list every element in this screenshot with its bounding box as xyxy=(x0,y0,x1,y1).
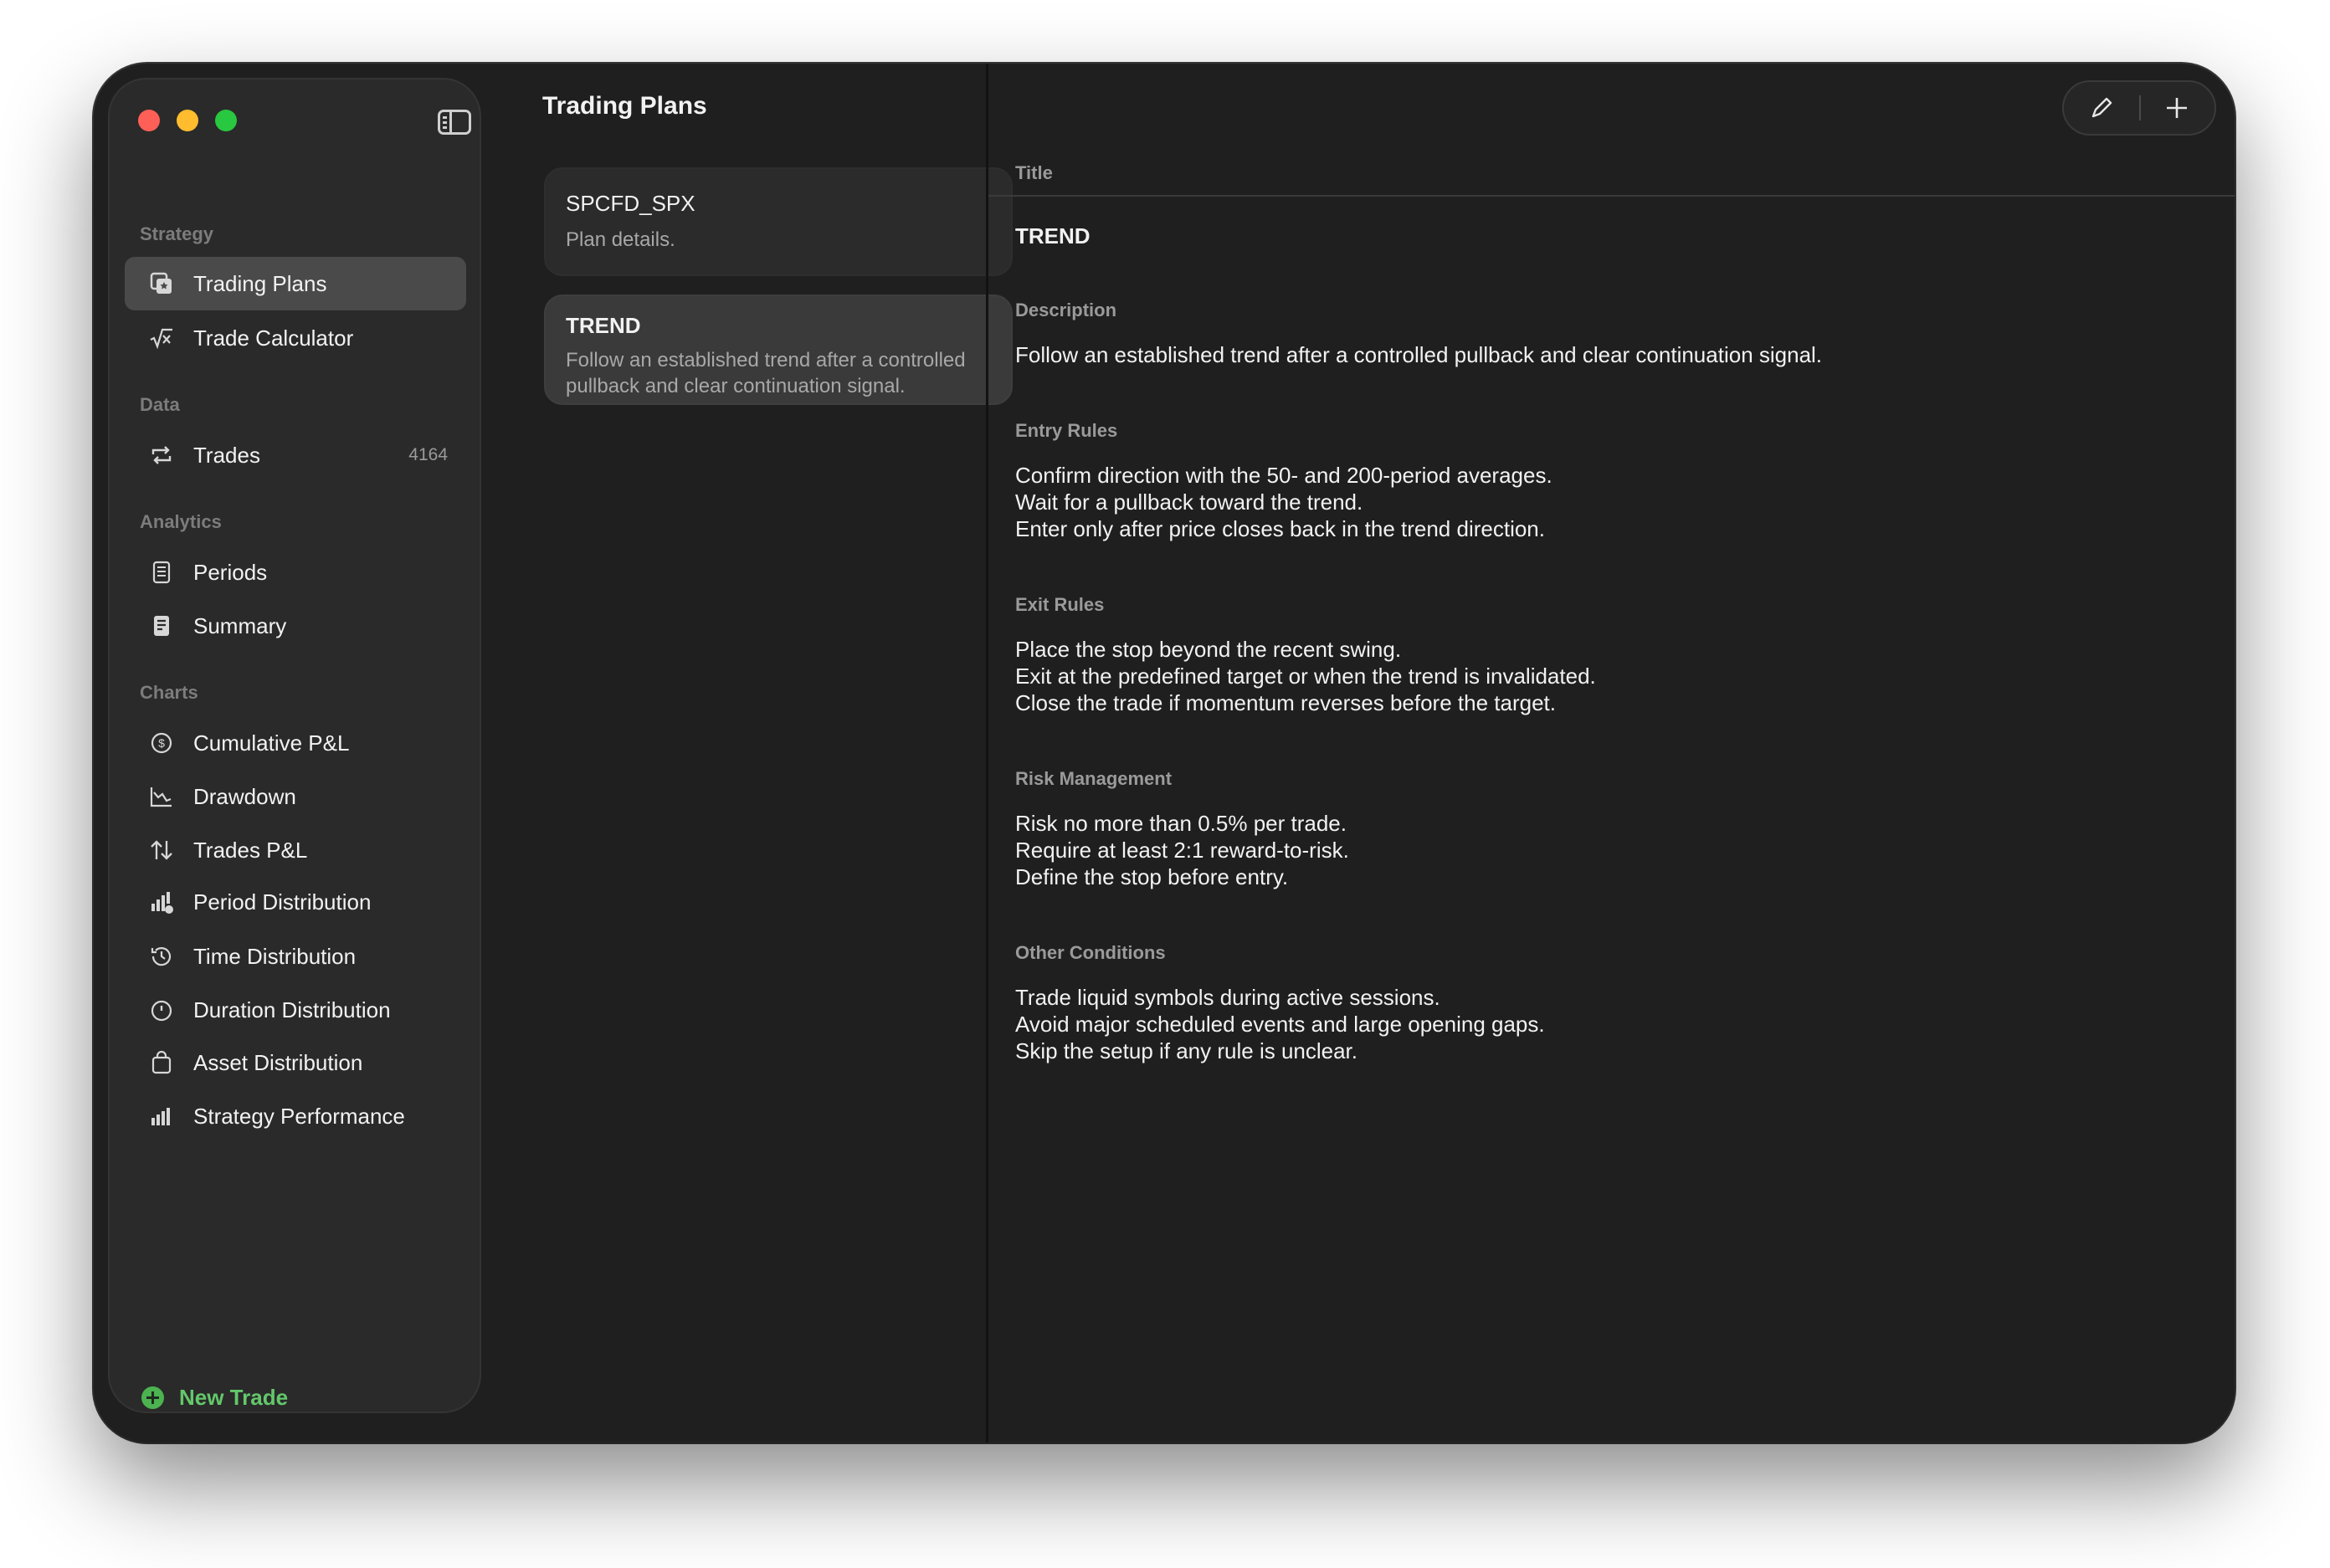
toolbar xyxy=(2062,80,2216,136)
document-filled-icon xyxy=(148,612,175,639)
sidebar-item-label: Period Distribution xyxy=(193,889,372,915)
risk-rule-line: Require at least 2:1 reward-to-risk. xyxy=(1015,838,1349,863)
plan-detail-pane: Title TREND Description Follow an establ… xyxy=(988,64,2235,1442)
app-window: Strategy Trading Plans Trade Calculator … xyxy=(94,64,2235,1442)
exit-rule-line: Close the trade if momentum reverses bef… xyxy=(1015,690,1556,715)
sidebar-item-label: Trades P&L xyxy=(193,837,308,863)
description-value: Follow an established trend after a cont… xyxy=(1015,342,1823,367)
sidebar-item-label: Strategy Performance xyxy=(193,1103,405,1129)
repeat-arrows-icon xyxy=(148,442,175,469)
sidebar-item-strategy-performance[interactable]: Strategy Performance xyxy=(125,1089,466,1143)
sidebar-item-asset-distribution[interactable]: Asset Distribution xyxy=(125,1036,466,1089)
sidebar-item-trades[interactable]: Trades 4164 xyxy=(125,428,466,482)
add-plan-button[interactable] xyxy=(2139,82,2215,134)
sidebar-item-cumulative-pnl[interactable]: $ Cumulative P&L xyxy=(125,716,466,770)
other-condition-line: Avoid major scheduled events and large o… xyxy=(1015,1012,1545,1037)
shopping-bag-icon xyxy=(148,1049,175,1076)
trades-count-badge: 4164 xyxy=(408,445,448,464)
pencil-icon xyxy=(2091,97,2112,118)
area-chart-icon xyxy=(148,783,175,810)
sidebar-item-label: Periods xyxy=(193,559,268,585)
title-label: Title xyxy=(1015,162,1053,183)
exit-rules-value: Place the stop beyond the recent swing. … xyxy=(1015,636,1596,716)
sidebar-item-label: Drawdown xyxy=(193,783,296,809)
page-title: Trading Plans xyxy=(542,92,707,120)
sidebar-item-trading-plans[interactable]: Trading Plans xyxy=(125,257,466,310)
sidebar-item-label: Trade Calculator xyxy=(193,325,354,351)
sidebar-item-periods[interactable]: Periods xyxy=(125,546,466,599)
sidebar-item-summary[interactable]: Summary xyxy=(125,599,466,653)
exit-rule-line: Place the stop beyond the recent swing. xyxy=(1015,637,1402,662)
section-label-data: Data xyxy=(140,394,180,415)
new-trade-button[interactable]: New Trade xyxy=(141,1385,288,1411)
entry-rules-value: Confirm direction with the 50- and 200-p… xyxy=(1015,462,1552,542)
sidebar-toggle-icon[interactable] xyxy=(438,110,471,135)
sidebar-item-trade-calculator[interactable]: Trade Calculator xyxy=(125,311,466,365)
sidebar-item-period-distribution[interactable]: Period Distribution xyxy=(125,875,466,929)
plus-circle-icon xyxy=(141,1386,164,1409)
square-root-icon xyxy=(148,325,175,351)
sidebar-item-drawdown[interactable]: Drawdown xyxy=(125,770,466,823)
new-trade-label: New Trade xyxy=(179,1385,289,1410)
sidebar-item-label: Cumulative P&L xyxy=(193,730,350,756)
plan-description: Plan details. xyxy=(566,228,675,251)
sidebar: Strategy Trading Plans Trade Calculator … xyxy=(108,78,481,1413)
entry-rule-line: Enter only after price closes back in th… xyxy=(1015,516,1545,541)
bar-chart-badge-icon xyxy=(148,889,175,915)
minimize-window-button[interactable] xyxy=(177,110,198,131)
other-conditions-value: Trade liquid symbols during active sessi… xyxy=(1015,984,1545,1064)
zoom-window-button[interactable] xyxy=(215,110,237,131)
sidebar-item-time-distribution[interactable]: Time Distribution xyxy=(125,930,466,983)
other-condition-line: Skip the setup if any rule is unclear. xyxy=(1015,1038,1358,1063)
risk-management-value: Risk no more than 0.5% per trade. Requir… xyxy=(1015,810,1349,890)
risk-management-label: Risk Management xyxy=(1015,768,1173,789)
sidebar-item-trades-pnl[interactable]: Trades P&L xyxy=(125,823,466,877)
trading-plans-icon xyxy=(148,270,175,297)
sidebar-item-label: Duration Distribution xyxy=(193,997,391,1022)
bar-chart-icon xyxy=(148,1103,175,1130)
svg-text:$: $ xyxy=(158,736,165,750)
title-value: TREND xyxy=(1015,223,1091,249)
entry-rule-line: Wait for a pullback toward the trend. xyxy=(1015,489,1363,515)
section-label-strategy: Strategy xyxy=(140,223,214,244)
exit-rule-line: Exit at the predefined target or when th… xyxy=(1015,664,1596,689)
entry-rule-line: Confirm direction with the 50- and 200-p… xyxy=(1015,463,1552,488)
sidebar-item-duration-distribution[interactable]: Duration Distribution xyxy=(125,983,466,1037)
section-label-charts: Charts xyxy=(140,682,198,703)
up-down-arrows-icon xyxy=(148,837,175,863)
plan-card-trend[interactable]: TREND Follow an established trend after … xyxy=(544,295,1013,405)
title-divider xyxy=(988,195,2235,197)
sidebar-item-label: Asset Distribution xyxy=(193,1049,363,1075)
edit-button[interactable] xyxy=(2064,82,2139,134)
plan-description: Follow an established trend after a cont… xyxy=(566,349,966,397)
dollar-circle-icon: $ xyxy=(148,730,175,756)
sidebar-item-label: Summary xyxy=(193,612,287,638)
risk-rule-line: Risk no more than 0.5% per trade. xyxy=(1015,811,1347,836)
risk-rule-line: Define the stop before entry. xyxy=(1015,864,1289,889)
other-conditions-label: Other Conditions xyxy=(1015,942,1166,963)
plan-name: TREND xyxy=(566,313,641,338)
description-label: Description xyxy=(1015,300,1117,320)
close-window-button[interactable] xyxy=(138,110,160,131)
plan-card-spcfd-spx[interactable]: SPCFD_SPX Plan details. xyxy=(544,167,1013,276)
clock-history-icon xyxy=(148,943,175,970)
plan-name: SPCFD_SPX xyxy=(566,191,695,216)
section-label-analytics: Analytics xyxy=(140,511,222,532)
timer-icon xyxy=(148,997,175,1023)
other-condition-line: Trade liquid symbols during active sessi… xyxy=(1015,985,1440,1010)
exit-rules-label: Exit Rules xyxy=(1015,594,1105,615)
sidebar-item-label: Time Distribution xyxy=(193,943,357,969)
document-list-icon xyxy=(148,559,175,586)
entry-rules-label: Entry Rules xyxy=(1015,420,1118,441)
sidebar-item-label: Trades xyxy=(193,442,260,468)
sidebar-item-label: Trading Plans xyxy=(193,270,327,296)
plus-icon xyxy=(2167,98,2187,118)
